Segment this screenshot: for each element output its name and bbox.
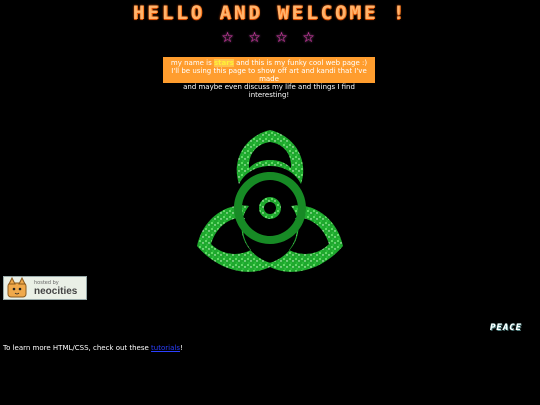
- intro-line-2: I'll be using this page to show off art …: [171, 67, 367, 83]
- tutorials-link[interactable]: tutorials: [151, 344, 180, 352]
- intro-line-1: my name is stars and this is my funky co…: [163, 59, 375, 67]
- neocities-cat-icon: [7, 277, 27, 298]
- neocities-badge-text: hosted by neocities: [34, 280, 77, 297]
- intro-name: stars: [214, 59, 234, 67]
- stars-row: ☆ ☆ ☆ ☆: [0, 30, 540, 46]
- biohazard-icon: [197, 130, 343, 272]
- star-icon: ☆: [248, 30, 265, 46]
- neocities-badge[interactable]: hosted by neocities: [3, 276, 87, 300]
- page-title: HELLO AND WELCOME !: [132, 2, 408, 24]
- badge-big-text: neocities: [34, 285, 78, 297]
- intro-box: my name is stars and this is my funky co…: [163, 57, 375, 99]
- footer-text: To learn more HTML/CSS, check out these …: [3, 344, 183, 352]
- star-icon: ☆: [275, 30, 292, 46]
- star-icon: ☆: [302, 30, 319, 46]
- page: HELLO AND WELCOME ! ☆ ☆ ☆ ☆ my name is s…: [0, 0, 540, 405]
- intro-text: and this is my funky cool web page :): [233, 59, 368, 67]
- intro-line-3: and maybe even discuss my life and thing…: [183, 83, 355, 99]
- star-icon: ☆: [221, 30, 238, 46]
- footer-text-before: To learn more HTML/CSS, check out these: [3, 344, 152, 352]
- intro-text: my name is: [170, 59, 214, 67]
- peace-banner: PEACE: [490, 323, 523, 333]
- footer-text-after: !: [179, 344, 183, 352]
